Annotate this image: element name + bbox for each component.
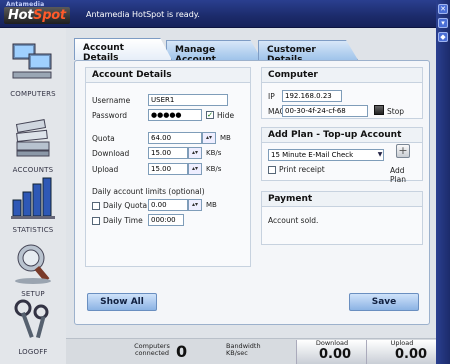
download-label: Download [315, 339, 349, 347]
sidebar-item-statistics[interactable]: STATISTICS [0, 174, 66, 234]
sidebar-item-label: STATISTICS [12, 226, 54, 234]
section-title: Payment [262, 192, 422, 207]
username-label: Username [92, 96, 131, 105]
daily-time-field[interactable]: 000:00 [148, 214, 184, 226]
logoff-icon [14, 299, 49, 339]
username-field[interactable]: USER1 [148, 94, 228, 106]
restore-icon[interactable]: ◆ [438, 32, 448, 42]
ip-label: IP [268, 92, 275, 101]
accounts-icon [15, 119, 50, 157]
upload-panel: Upload 0.00 [366, 340, 436, 364]
quota-label: Quota [92, 134, 115, 143]
sidebar-item-setup[interactable]: SETUP [0, 238, 66, 298]
minimize-icon[interactable]: ▾ [438, 18, 448, 28]
daily-quota-field[interactable]: 0.00 [148, 199, 188, 211]
sidebar-item-accounts[interactable]: ACCOUNTS [0, 114, 66, 174]
password-label: Password [92, 111, 128, 120]
daily-quota-label: Daily Quota [103, 201, 148, 210]
close-icon[interactable]: ✕ [438, 4, 448, 14]
upload-label: Upload [390, 339, 414, 347]
save-button[interactable]: Save [349, 293, 419, 311]
download-value: 0.00 [319, 347, 352, 362]
add-plan-icon[interactable]: + [396, 144, 410, 158]
mac-field[interactable]: 00-30-4f-24-cf-68 [282, 105, 368, 117]
status-text: Antamedia HotSpot is ready. [86, 10, 200, 19]
ip-field[interactable]: 192.168.0.23 [282, 90, 342, 102]
print-receipt-label: Print receipt [279, 165, 325, 174]
chevron-down-icon[interactable]: ▼ [376, 150, 384, 160]
account-details-panel: Account Details Username USER1 Password … [74, 60, 430, 325]
sidebar-item-label: LOGOFF [18, 348, 48, 356]
print-receipt-checkbox[interactable] [268, 166, 276, 174]
tab-customer-details[interactable]: Customer Details [258, 40, 358, 60]
stop-icon[interactable] [374, 105, 384, 115]
upload-label: Upload [92, 165, 119, 174]
section-title: Add Plan - Top-up Account [262, 128, 422, 143]
daily-quota-unit: MB [206, 201, 217, 209]
download-stepper[interactable]: ▴▾ [188, 147, 202, 159]
window-controls: ✕ ▾ ◆ [436, 0, 450, 364]
daily-time-checkbox[interactable] [92, 217, 100, 225]
download-field[interactable]: 15.00 [148, 147, 188, 159]
app-logo: HotSpot [4, 7, 70, 24]
tab-account-details[interactable]: Account Details [74, 38, 172, 60]
computers-connected-value: 0 [176, 342, 188, 361]
statistics-icon [11, 177, 55, 219]
stop-button[interactable]: Stop [387, 107, 404, 116]
account-details-box: Account Details Username USER1 Password … [85, 67, 251, 267]
sidebar-item-label: ACCOUNTS [12, 166, 54, 174]
daily-time-label: Daily Time [103, 216, 143, 225]
computer-box: Computer IP 192.168.0.23 MAC 00-30-4f-24… [261, 67, 423, 119]
sidebar-item-computers[interactable]: COMPUTERS [0, 38, 66, 98]
upload-value: 0.00 [395, 347, 428, 362]
computers-connected-label: Computers connected [134, 342, 170, 357]
show-all-button[interactable]: Show All [87, 293, 157, 311]
upload-unit: KB/s [206, 165, 222, 173]
hide-checkbox[interactable]: ✓ [206, 111, 214, 119]
password-field[interactable]: ●●●●● [148, 109, 202, 121]
daily-limits-label: Daily account limits (optional) [92, 187, 205, 196]
daily-quota-checkbox[interactable] [92, 202, 100, 210]
sidebar-item-logoff[interactable]: LOGOFF [0, 296, 66, 356]
sidebar-item-label: COMPUTERS [10, 90, 56, 98]
payment-box: Payment Account sold. [261, 191, 423, 245]
daily-quota-stepper[interactable]: ▴▾ [188, 199, 202, 211]
plan-select[interactable]: 15 Minute E-Mail Check [268, 149, 384, 161]
upload-stepper[interactable]: ▴▾ [188, 163, 202, 175]
section-title: Computer [262, 68, 422, 83]
tab-manage-account[interactable]: Manage Account [166, 40, 262, 60]
section-title: Account Details [86, 68, 250, 83]
download-unit: KB/s [206, 149, 222, 157]
add-plan-label[interactable]: Add Plan [390, 166, 422, 184]
sidebar: COMPUTERS ACCOUNTS STATISTICS SETUP LOGO… [0, 28, 66, 364]
download-panel: Download 0.00 [296, 340, 366, 364]
main-panel: Account Details Manage Account Customer … [66, 28, 436, 338]
title-bar: Antamedia HotSpot Antamedia HotSpot is r… [0, 0, 436, 28]
setup-icon [15, 244, 51, 284]
status-bar: Computers connected 0 Bandwidth KB/sec D… [66, 338, 436, 364]
bandwidth-label: Bandwidth KB/sec [226, 342, 261, 357]
upload-field[interactable]: 15.00 [148, 163, 188, 175]
computers-icon [12, 43, 52, 79]
hide-label: Hide [217, 111, 235, 120]
payment-status: Account sold. [268, 216, 319, 225]
quota-unit: MB [220, 134, 231, 142]
download-label: Download [92, 149, 130, 158]
add-plan-box: Add Plan - Top-up Account 15 Minute E-Ma… [261, 127, 423, 184]
quota-stepper[interactable]: ▴▾ [202, 132, 216, 144]
quota-field[interactable]: 64.00 [148, 132, 202, 144]
